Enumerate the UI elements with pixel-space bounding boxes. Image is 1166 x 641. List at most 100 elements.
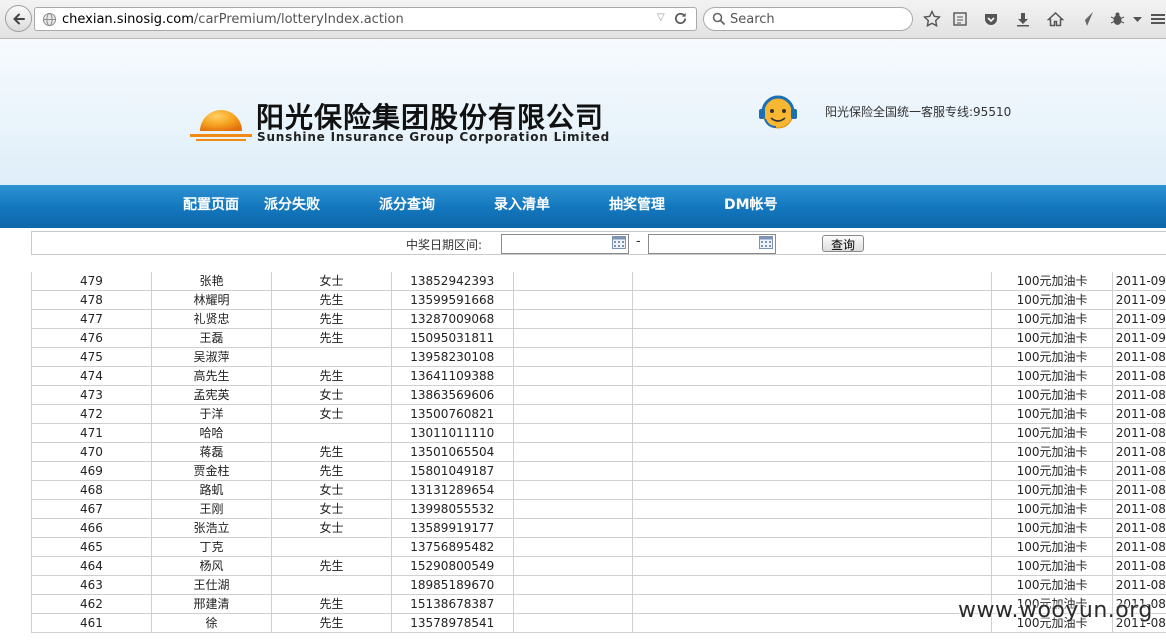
menu-icon[interactable] [1149, 10, 1166, 28]
cell-empty [632, 499, 992, 519]
nav-item-dm-account[interactable]: DM帐号 [724, 194, 778, 214]
cell-phone: 13287009068 [390, 309, 514, 329]
main-nav: 配置页面 派分失败 派分查询 录入清单 抽奖管理 DM帐号 [0, 185, 1166, 228]
cell-phone: 18985189670 [390, 575, 514, 595]
cell-phone: 15095031811 [390, 328, 514, 348]
cell-prize: 100元加油卡 [991, 347, 1113, 367]
cell-date: 2011-08 [1111, 461, 1166, 481]
nav-item-entry-list[interactable]: 录入清单 [494, 194, 550, 214]
calendar-icon[interactable] [612, 236, 626, 249]
cell-prize: 100元加油卡 [991, 442, 1113, 462]
back-button[interactable] [5, 5, 32, 32]
nav-item-config[interactable]: 配置页面 [183, 194, 239, 214]
menu-dropdown-icon[interactable] [1132, 10, 1142, 28]
date-filter-bar: 中奖日期区间: - 查询 [31, 231, 1166, 255]
cell-date: 2011-08 [1111, 366, 1166, 386]
winners-table: 479 张艳 女士 13852942393 100元加油卡 2011-09 478 林耀明 先生… [31, 272, 1166, 633]
table-row: 478 林耀明 先生 13599591668 100元加油卡 2011-09 [31, 290, 1166, 310]
cell-name: 哈哈 [150, 423, 272, 443]
nav-item-lottery-manage[interactable]: 抽奖管理 [609, 194, 665, 214]
table-row: 465 丁克 13756895482 100元加油卡 2011-08 [31, 537, 1166, 557]
end-date-input[interactable] [648, 234, 776, 254]
cell-name: 路虮 [150, 480, 272, 500]
cell-id: 466 [31, 518, 152, 538]
cell-prize: 100元加油卡 [991, 556, 1113, 576]
service-hotline: 阳光保险全国统一客服专线:95510 [825, 105, 1012, 119]
browser-toolbar: chexian.sinosig.com/carPremium/lotteryIn… [0, 0, 1166, 39]
table-row: 473 孟宪英 女士 13863569606 100元加油卡 2011-08 [31, 385, 1166, 405]
cell-id: 475 [31, 347, 152, 367]
cell-empty [632, 423, 992, 443]
cell-empty [512, 347, 633, 367]
globe-icon [42, 12, 57, 27]
cell-id: 473 [31, 385, 152, 405]
cell-empty [512, 328, 633, 348]
cell-prize: 100元加油卡 [991, 328, 1113, 348]
cell-phone: 13011011110 [390, 423, 514, 443]
cell-empty [632, 461, 992, 481]
cell-empty [512, 442, 633, 462]
cell-prize: 100元加油卡 [991, 366, 1113, 386]
search-icon [712, 12, 726, 26]
url-dropdown-icon[interactable]: ▽ [657, 12, 665, 23]
table-row: 464 杨风 先生 15290800549 100元加油卡 2011-08 [31, 556, 1166, 576]
cell-id: 463 [31, 575, 152, 595]
cell-title [271, 575, 392, 595]
cell-date: 2011-09 [1111, 309, 1166, 329]
cell-name: 礼贤忠 [150, 309, 272, 329]
extension-bug-icon[interactable] [1108, 10, 1126, 28]
cell-date: 2011-08 [1111, 499, 1166, 519]
cell-empty [632, 518, 992, 538]
watermark: www.wooyun.org [958, 598, 1153, 623]
nav-item-dispatch-failed[interactable]: 派分失败 [264, 194, 320, 214]
download-icon[interactable] [1014, 10, 1032, 28]
cell-id: 461 [31, 613, 152, 633]
reading-list-icon[interactable] [951, 10, 969, 28]
cell-id: 467 [31, 499, 152, 519]
cell-id: 478 [31, 290, 152, 310]
home-icon[interactable] [1046, 10, 1064, 28]
cell-id: 470 [31, 442, 152, 462]
send-icon[interactable] [1077, 10, 1095, 28]
cell-id: 462 [31, 594, 152, 614]
table-row: 472 于洋 女士 13500760821 100元加油卡 2011-08 [31, 404, 1166, 424]
customer-service-icon [759, 95, 797, 129]
search-input[interactable]: Search [730, 12, 775, 27]
pocket-icon[interactable] [982, 10, 1000, 28]
start-date-input[interactable] [501, 234, 629, 254]
cell-phone: 15290800549 [390, 556, 514, 576]
cell-date: 2011-08 [1111, 404, 1166, 424]
reload-icon[interactable] [673, 11, 688, 26]
table-row: 475 吴淑萍 13958230108 100元加油卡 2011-08 [31, 347, 1166, 367]
sunshine-logo-icon [190, 110, 252, 141]
cell-title: 先生 [271, 328, 392, 348]
table-row: 471 哈哈 13011011110 100元加油卡 2011-08 [31, 423, 1166, 443]
table-row: 469 贾金柱 先生 15801049187 100元加油卡 2011-08 [31, 461, 1166, 481]
cell-empty [632, 594, 992, 614]
search-bar[interactable]: Search [703, 7, 913, 31]
filter-label: 中奖日期区间: [406, 238, 483, 252]
bookmark-star-icon[interactable] [923, 10, 941, 28]
date-range-separator: - [636, 234, 641, 249]
cell-empty [512, 518, 633, 538]
nav-item-dispatch-query[interactable]: 派分查询 [379, 194, 435, 214]
cell-name: 于洋 [150, 404, 272, 424]
cell-empty [512, 404, 633, 424]
cell-name: 孟宪英 [150, 385, 272, 405]
cell-title: 先生 [271, 613, 392, 633]
cell-title: 女士 [271, 385, 392, 405]
url-text: chexian.sinosig.com/carPremium/lotteryIn… [62, 12, 404, 27]
cell-prize: 100元加油卡 [991, 272, 1113, 291]
cell-empty [512, 290, 633, 310]
cell-date: 2011-09 [1111, 272, 1166, 291]
cell-prize: 100元加油卡 [991, 537, 1113, 557]
query-button[interactable]: 查询 [822, 235, 864, 252]
cell-name: 蒋磊 [150, 442, 272, 462]
cell-name: 贾金柱 [150, 461, 272, 481]
cell-prize: 100元加油卡 [991, 480, 1113, 500]
url-bar[interactable]: chexian.sinosig.com/carPremium/lotteryIn… [34, 7, 697, 31]
calendar-icon[interactable] [759, 236, 773, 249]
cell-prize: 100元加油卡 [991, 385, 1113, 405]
cell-prize: 100元加油卡 [991, 404, 1113, 424]
cell-empty [512, 385, 633, 405]
